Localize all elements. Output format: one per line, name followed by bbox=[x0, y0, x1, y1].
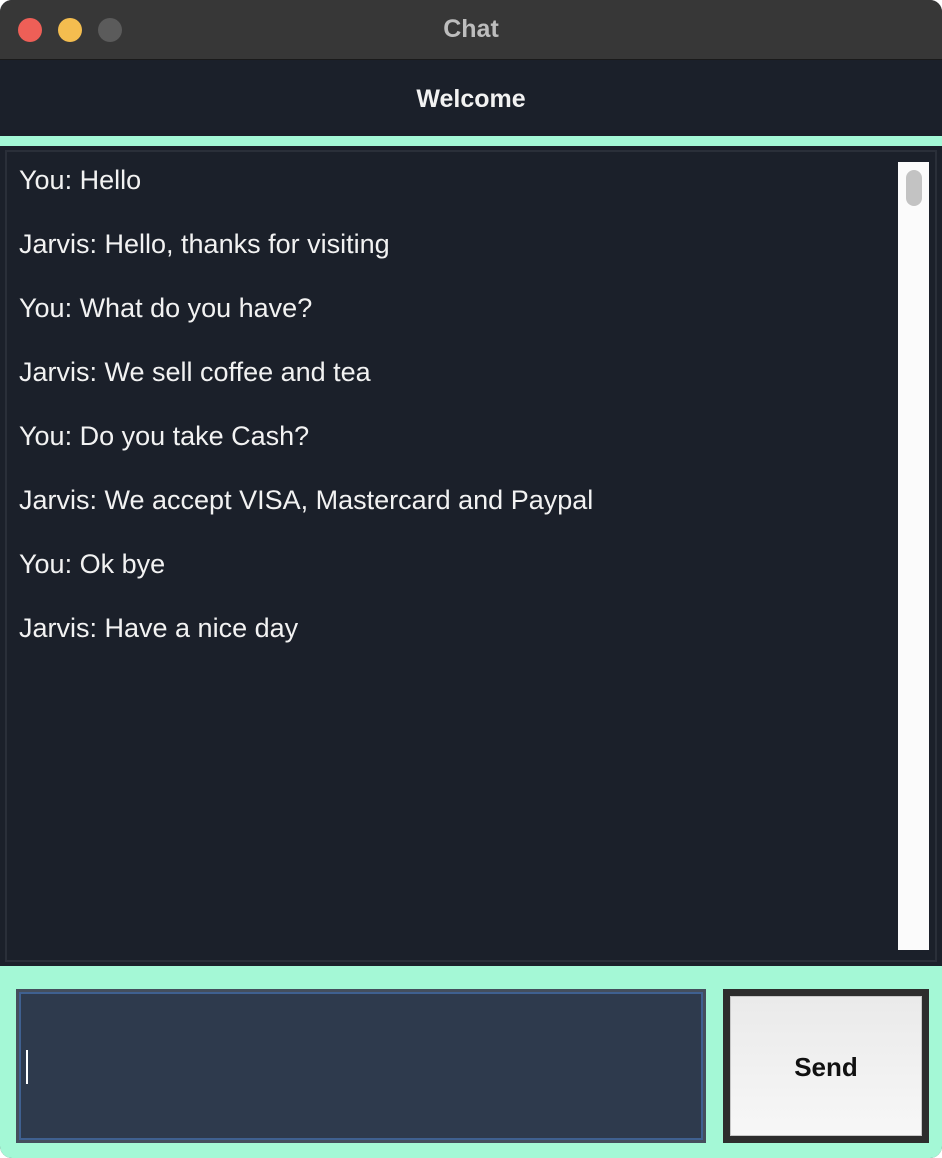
vertical-scrollbar[interactable] bbox=[898, 162, 929, 950]
message-input[interactable] bbox=[16, 989, 706, 1143]
chat-message: Jarvis: Hello, thanks for visiting bbox=[19, 229, 390, 259]
send-button[interactable]: Send bbox=[723, 989, 929, 1143]
header-divider bbox=[0, 136, 942, 146]
chat-message: Jarvis: Have a nice day bbox=[19, 613, 299, 643]
send-button-label: Send bbox=[794, 1052, 858, 1082]
send-button-face: Send bbox=[730, 996, 922, 1136]
composer-bar: Send bbox=[0, 966, 942, 1158]
chat-message: You: What do you have? bbox=[19, 293, 313, 323]
text-cursor bbox=[26, 1050, 28, 1084]
chat-message: You: Hello bbox=[19, 165, 142, 195]
title-bar[interactable]: Chat bbox=[0, 0, 942, 60]
chat-log[interactable]: You: Hello Jarvis: Hello, thanks for vis… bbox=[5, 150, 937, 962]
header: Welcome bbox=[0, 60, 942, 136]
header-title: Welcome bbox=[416, 85, 526, 113]
scrollbar-thumb[interactable] bbox=[906, 170, 922, 206]
message-list: You: Hello Jarvis: Hello, thanks for vis… bbox=[19, 162, 889, 674]
chat-message: Jarvis: We accept VISA, Mastercard and P… bbox=[19, 485, 594, 515]
chat-message: You: Do you take Cash? bbox=[19, 421, 310, 451]
chat-message: Jarvis: We sell coffee and tea bbox=[19, 357, 371, 387]
chat-window: Chat Welcome You: Hello Jarvis: Hello, t… bbox=[0, 0, 942, 1158]
chat-message: You: Ok bye bbox=[19, 549, 166, 579]
window-title: Chat bbox=[443, 15, 499, 43]
